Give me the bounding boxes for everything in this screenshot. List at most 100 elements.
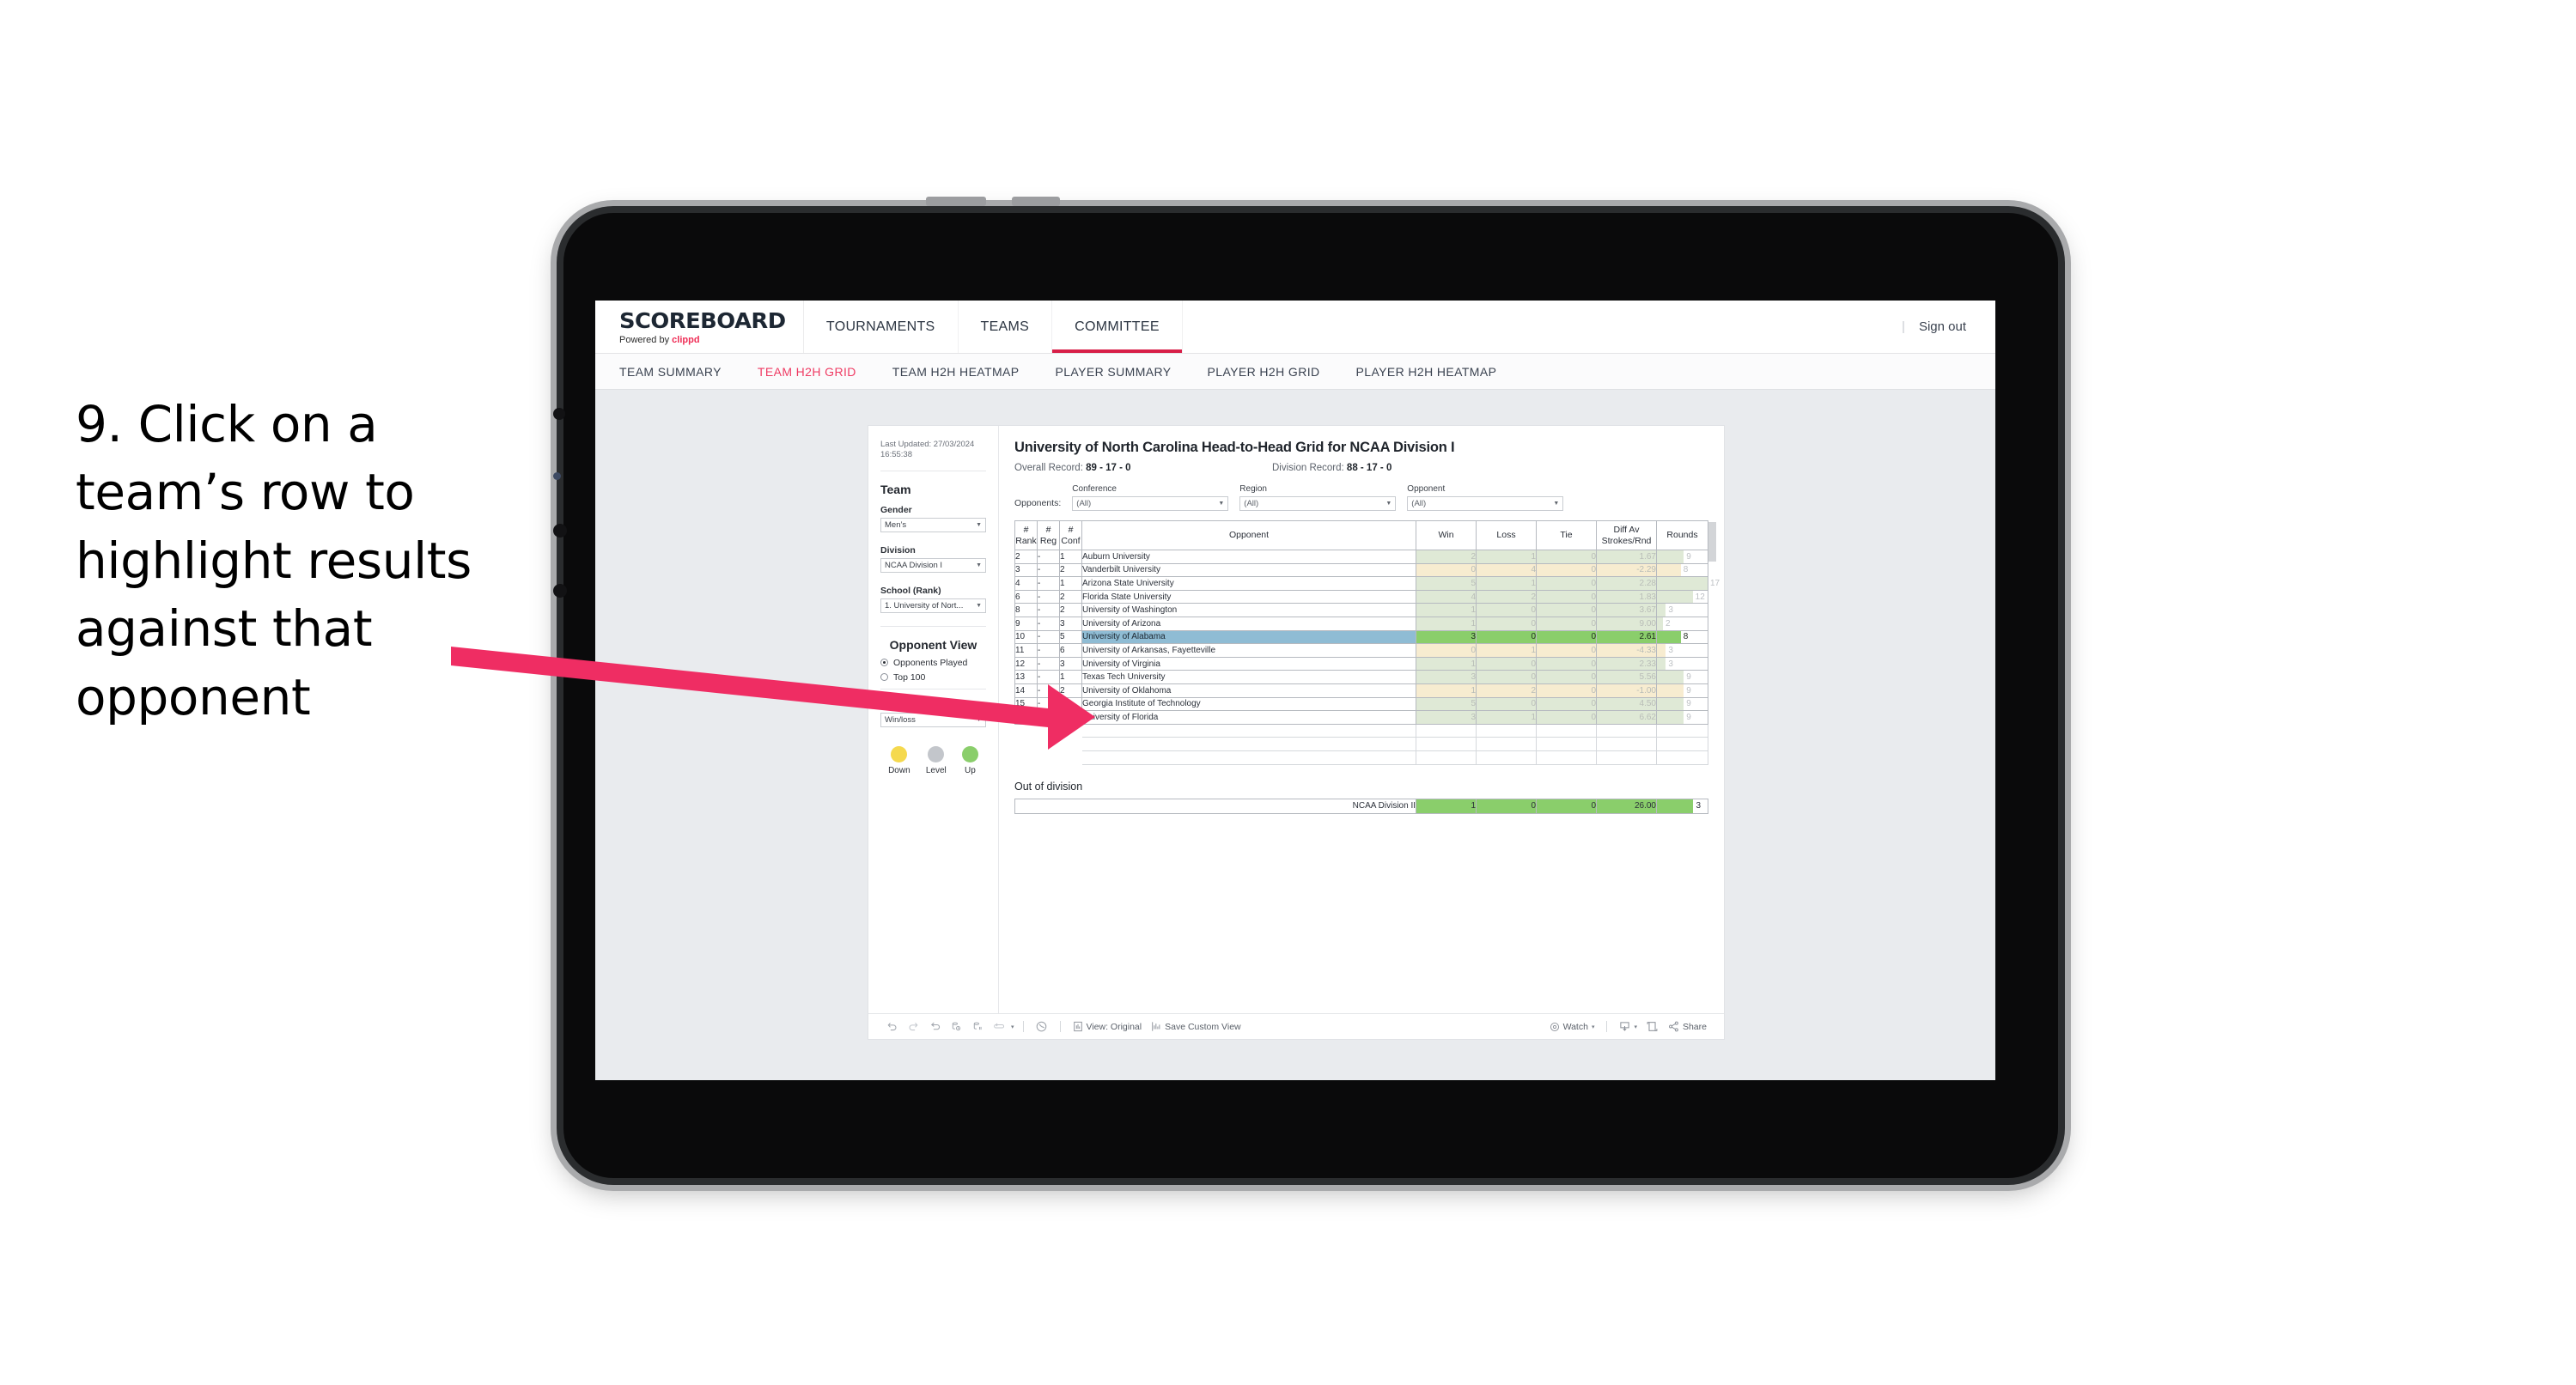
revert-icon[interactable] (925, 1018, 944, 1036)
pause-auto-update-icon[interactable] (1032, 1018, 1051, 1036)
cell-conf: 6 (1059, 643, 1082, 658)
division-select[interactable]: NCAA Division I ▼ (880, 557, 986, 573)
table-row[interactable]: 2-1 Auburn University 2 1 0 1.67 9 (1014, 550, 1708, 564)
column-header[interactable]: # Conf (1059, 520, 1082, 550)
filter-select-opponent[interactable]: (All) ▼ (1407, 496, 1564, 511)
cell-loss: 2 (1476, 683, 1537, 698)
refresh-data-icon[interactable] (947, 1018, 965, 1036)
filter-select-conference[interactable]: (All) ▼ (1072, 496, 1229, 511)
table-row[interactable]: 9-3 University of Arizona 1 0 0 9.00 2 (1014, 616, 1708, 631)
cell-tie: 0 (1536, 629, 1597, 645)
tab-player-summary[interactable]: PLAYER SUMMARY (1056, 365, 1172, 379)
rounds-value: 17 (1710, 578, 1720, 588)
column-header[interactable]: # Reg (1037, 520, 1060, 550)
cell-opp: University of Virginia (1081, 656, 1416, 671)
visualization-panel: Last Updated: 27/03/2024 16:55:38 Team G… (868, 426, 1724, 1039)
table-row[interactable]: 15-4 Georgia Institute of Technology 5 0 0 4.… (1014, 696, 1708, 712)
column-header[interactable]: Rounds (1656, 520, 1708, 550)
chevron-down-icon: ▼ (1385, 501, 1392, 507)
table-row[interactable]: 6-2 Florida State University 4 2 0 1.83 12 (1014, 589, 1708, 604)
column-header[interactable]: Win (1416, 520, 1477, 550)
colour-by-value: Win/loss (885, 714, 916, 725)
column-header[interactable]: Tie (1536, 520, 1597, 550)
cell-tie: 0 (1536, 576, 1597, 591)
cell-loss: 1 (1476, 643, 1537, 658)
cell-loss: 0 (1476, 696, 1537, 712)
top-nav-item-teams[interactable]: TEAMS (959, 301, 1053, 353)
cell-diff: 3.67 (1596, 603, 1657, 617)
download-button[interactable]: ▾ (1616, 1021, 1641, 1032)
table-row[interactable]: 3-2 Vanderbilt University 0 4 0 -2.29 8 (1014, 562, 1708, 578)
sign-out-link[interactable]: Sign out (1919, 319, 1966, 334)
cell-reg: - (1037, 616, 1060, 631)
separator (1606, 1021, 1608, 1032)
watch-button[interactable]: Watch ▾ (1546, 1022, 1599, 1032)
pause-updates-icon[interactable] (968, 1018, 987, 1036)
cell-diff: 2.61 (1596, 629, 1657, 645)
undo-icon[interactable] (882, 1018, 901, 1036)
power-button[interactable] (1012, 197, 1060, 206)
cell-opp: Texas Tech University (1081, 670, 1416, 684)
radio-top-100[interactable]: Top 100 (880, 672, 986, 683)
cell-rank: 16 (1014, 710, 1038, 725)
table-row[interactable]: 14-2 University of Oklahoma 1 2 0 -1.00 9 (1014, 683, 1708, 698)
tab-team-h2h-grid[interactable]: TEAM H2H GRID (758, 365, 856, 379)
division-record: Division Record: 88 - 17 - 0 (1272, 463, 1392, 473)
cell-rank: 15 (1014, 696, 1038, 712)
tab-player-h2h-grid[interactable]: PLAYER H2H GRID (1208, 365, 1320, 379)
filters-sidebar: Last Updated: 27/03/2024 16:55:38 Team G… (868, 426, 999, 1013)
table-row[interactable]: 8-2 University of Washington 1 0 0 3.67 3 (1014, 603, 1708, 617)
out-of-division-row[interactable]: NCAA Division II 1 0 0 26.00 3 (1014, 798, 1708, 814)
cell-loss: 4 (1476, 562, 1537, 578)
gender-select[interactable]: Men’s ▼ (880, 517, 986, 532)
table-row[interactable]: 12-3 University of Virginia 1 0 0 2.33 3 (1014, 656, 1708, 671)
cell-diff: 1.67 (1596, 550, 1657, 564)
brand-title: SCOREBOARD (619, 308, 786, 333)
volume-button[interactable] (926, 197, 986, 206)
cell-tie: 0 (1536, 603, 1597, 617)
fullscreen-icon[interactable] (1643, 1018, 1662, 1036)
chevron-down-icon[interactable]: ▾ (1011, 1024, 1014, 1030)
radio-opponents-played[interactable]: Opponents Played (880, 658, 986, 668)
table-row[interactable]: 16-7 University of Florida 3 1 0 6.62 9 (1014, 710, 1708, 725)
opponent-view-radio-group: Opponents Played Top 100 (880, 658, 986, 683)
filter-select-region[interactable]: (All) ▼ (1239, 496, 1397, 511)
rounds-value: 9 (1686, 685, 1691, 696)
cell-loss: 0 (1476, 629, 1537, 645)
cell-loss: 2 (1476, 589, 1537, 604)
cell-rank: 3 (1014, 562, 1038, 578)
save-custom-view-button[interactable]: Save Custom View (1148, 1021, 1245, 1032)
camera-dot (553, 472, 561, 480)
tab-player-h2h-heatmap[interactable]: PLAYER H2H HEATMAP (1356, 365, 1497, 379)
radio-label: Top 100 (893, 671, 926, 683)
cell-conf: 5 (1059, 629, 1082, 645)
radio-button (880, 673, 888, 682)
school-select[interactable]: 1. University of Nort... ▼ (880, 598, 986, 613)
division-record-label: Division Record: (1272, 463, 1347, 473)
tab-team-summary[interactable]: TEAM SUMMARY (619, 365, 722, 379)
table-row[interactable]: 10-5 University of Alabama 3 0 0 2.61 8 (1014, 629, 1708, 645)
cell-diff: 2.28 (1596, 576, 1657, 591)
rounds-value: 9 (1686, 699, 1691, 709)
empty-cell (1656, 750, 1708, 765)
table-row[interactable]: 4-1 Arizona State University 5 1 0 2.28 17 (1014, 576, 1720, 591)
colour-by-select[interactable]: Win/loss ▼ (880, 712, 986, 727)
top-nav-item-tournaments[interactable]: TOURNAMENTS (804, 301, 959, 353)
column-header[interactable]: Diff Av Strokes/Rnd (1596, 520, 1657, 550)
top-nav-item-committee[interactable]: COMMITTEE (1052, 301, 1183, 353)
share-button[interactable]: Share (1665, 1021, 1710, 1032)
empty-cell (1015, 750, 1038, 764)
column-header[interactable]: # Rank (1014, 520, 1038, 550)
column-header[interactable]: Loss (1476, 520, 1537, 550)
tab-team-h2h-heatmap[interactable]: TEAM H2H HEATMAP (892, 365, 1020, 379)
grid-header: # Rank # Reg # Conf Opponent Win Loss Tie Diff Av S… (1014, 520, 1708, 550)
column-header[interactable]: Opponent (1081, 520, 1416, 550)
redo-icon[interactable] (904, 1018, 923, 1036)
legend-label: Level (925, 765, 947, 775)
view-original-button[interactable]: View: Original (1069, 1021, 1146, 1032)
loop-icon[interactable] (990, 1018, 1008, 1036)
cell-diff: 5.56 (1596, 670, 1657, 684)
table-row[interactable]: 13-1 Texas Tech University 3 0 0 5.56 9 (1014, 670, 1708, 684)
table-row[interactable]: 11-6 University of Arkansas, Fayetteville… (1014, 643, 1708, 658)
vertical-scrollbar[interactable] (1708, 522, 1716, 562)
